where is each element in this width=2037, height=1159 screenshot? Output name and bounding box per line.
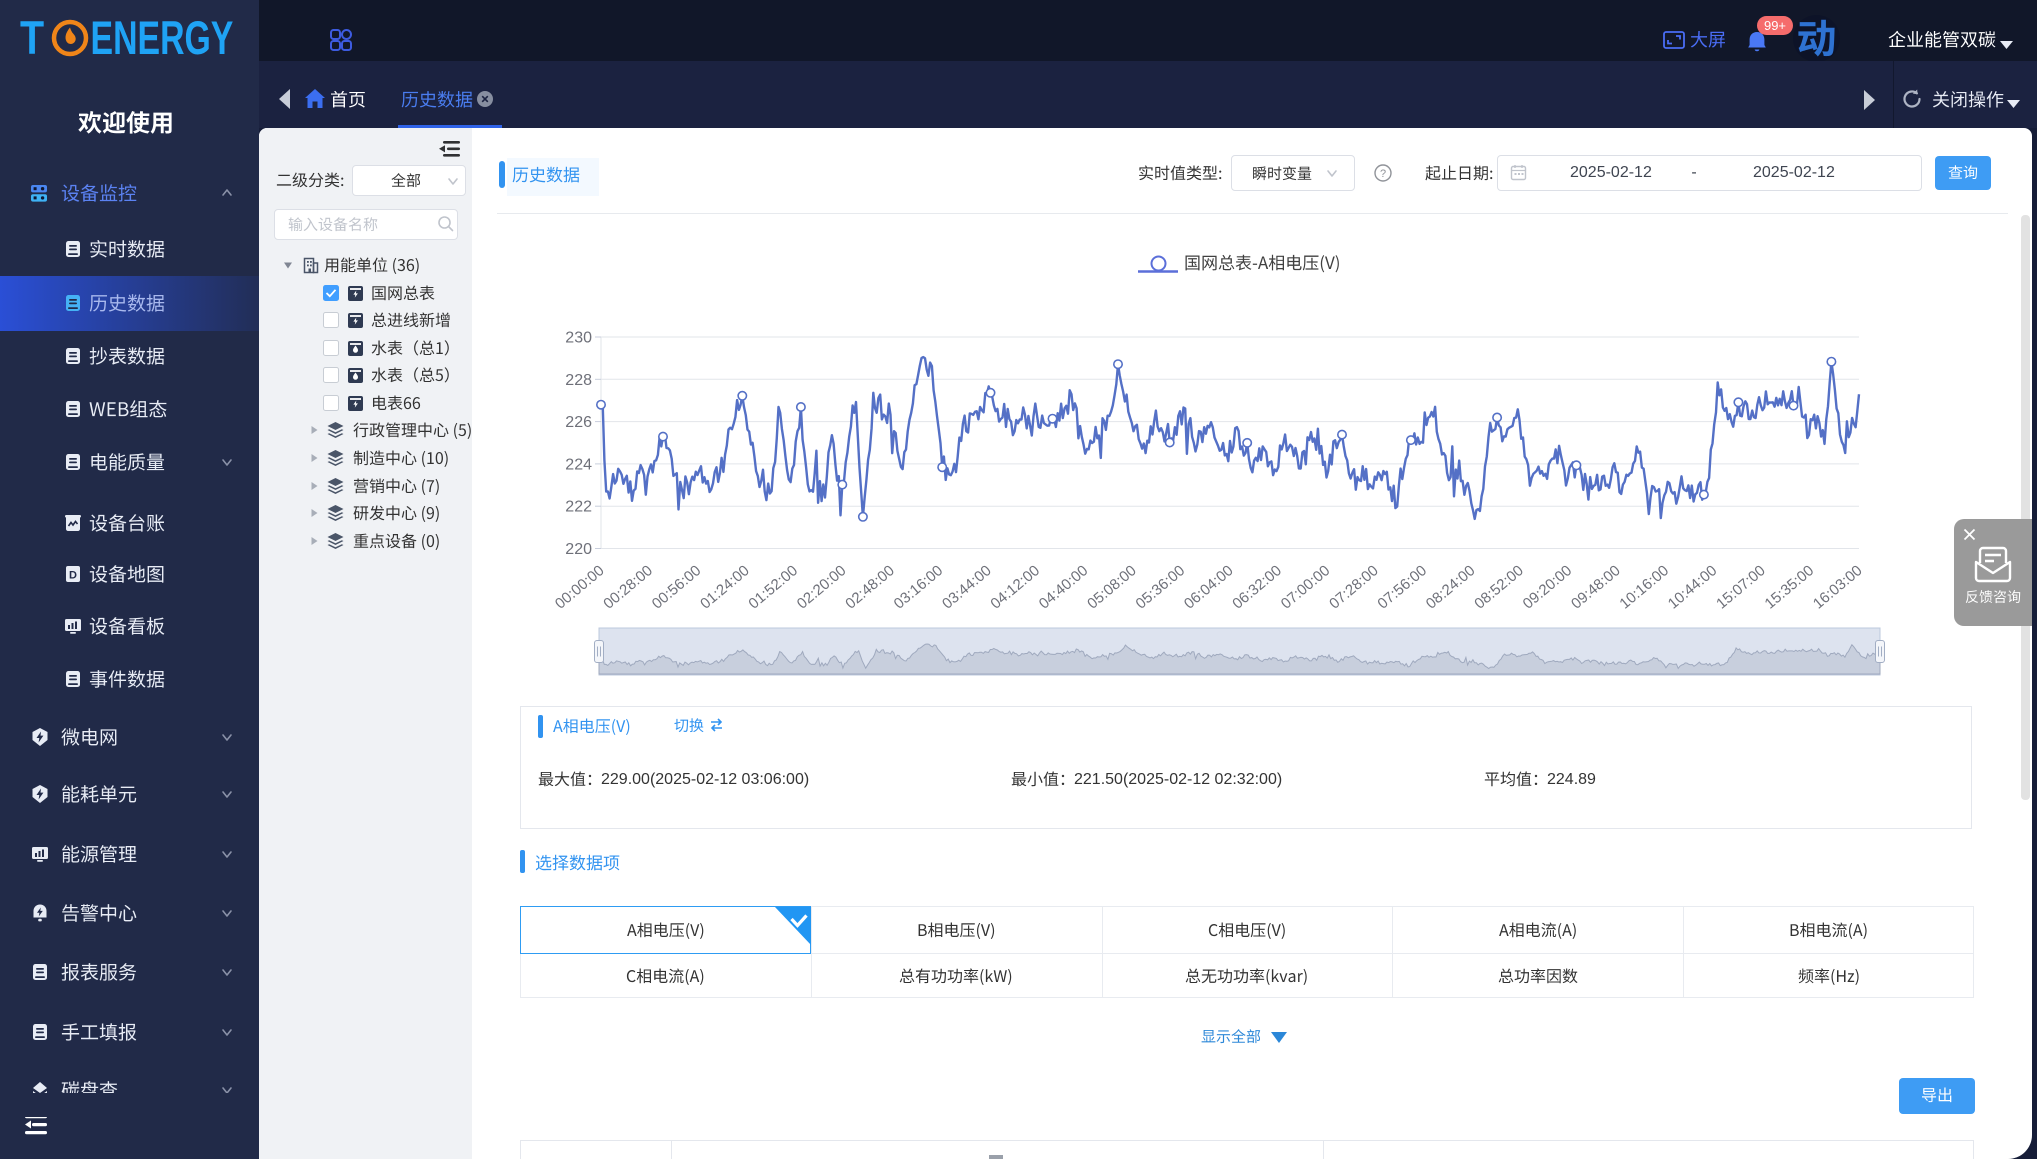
svg-text:00:56:00: 00:56:00 xyxy=(649,562,705,613)
svg-text:ENERGY: ENERGY xyxy=(91,13,234,64)
svg-text:03:16:00: 03:16:00 xyxy=(891,562,947,613)
svg-text:01:24:00: 01:24:00 xyxy=(697,562,753,613)
svg-text:228: 228 xyxy=(565,372,592,389)
svg-text:03:44:00: 03:44:00 xyxy=(939,562,995,613)
svg-text:00:28:00: 00:28:00 xyxy=(600,562,656,613)
svg-text:10:44:00: 10:44:00 xyxy=(1665,562,1721,613)
svg-text:230: 230 xyxy=(565,330,592,347)
svg-text:15:35:00: 15:35:00 xyxy=(1762,562,1818,613)
svg-text:224: 224 xyxy=(565,456,592,473)
svg-text:01:52:00: 01:52:00 xyxy=(745,562,801,613)
svg-text:06:04:00: 06:04:00 xyxy=(1181,562,1237,613)
svg-text:02:48:00: 02:48:00 xyxy=(842,562,898,613)
svg-text:07:28:00: 07:28:00 xyxy=(1326,562,1382,613)
svg-text:220: 220 xyxy=(565,541,592,558)
svg-text:10:16:00: 10:16:00 xyxy=(1616,562,1672,613)
svg-text:00:00:00: 00:00:00 xyxy=(552,562,608,613)
svg-text:08:52:00: 08:52:00 xyxy=(1471,562,1527,613)
svg-text:09:48:00: 09:48:00 xyxy=(1568,562,1624,613)
svg-text:06:32:00: 06:32:00 xyxy=(1229,562,1285,613)
svg-text:07:56:00: 07:56:00 xyxy=(1374,562,1430,613)
svg-text:D: D xyxy=(69,570,77,582)
svg-text:222: 222 xyxy=(565,499,592,516)
svg-text:15:07:00: 15:07:00 xyxy=(1713,562,1769,613)
svg-text:09:20:00: 09:20:00 xyxy=(1520,562,1576,613)
svg-text:05:36:00: 05:36:00 xyxy=(1133,562,1189,613)
svg-text:07:00:00: 07:00:00 xyxy=(1278,562,1334,613)
svg-text:?: ? xyxy=(1380,168,1386,180)
svg-text:16:03:00: 16:03:00 xyxy=(1810,562,1866,613)
svg-text:04:40:00: 04:40:00 xyxy=(1036,562,1092,613)
svg-text:02:20:00: 02:20:00 xyxy=(794,562,850,613)
svg-text:T: T xyxy=(20,13,45,64)
svg-text:226: 226 xyxy=(565,414,592,431)
svg-text:05:08:00: 05:08:00 xyxy=(1084,562,1140,613)
svg-text:04:12:00: 04:12:00 xyxy=(987,562,1043,613)
svg-text:08:24:00: 08:24:00 xyxy=(1423,562,1479,613)
